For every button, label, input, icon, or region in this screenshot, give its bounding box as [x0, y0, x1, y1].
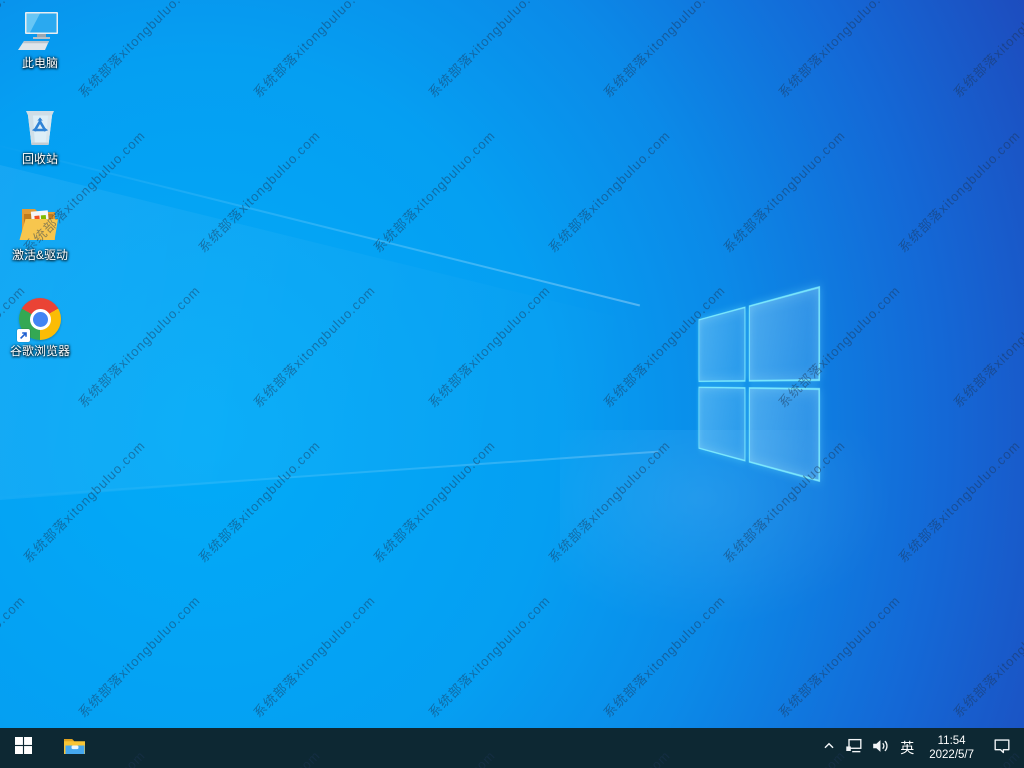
windows-logo-pane [698, 306, 746, 382]
shortcut-arrow-icon [17, 329, 30, 342]
desktop: 此电脑 回收站 激活&驱动 谷歌浏览器 系统部落xitongbuluo.com … [0, 0, 1024, 768]
action-center-icon [992, 736, 1012, 761]
file-explorer-button[interactable] [52, 728, 98, 768]
light-beam-bottom [0, 450, 659, 500]
light-beam-floor [560, 430, 1024, 768]
network-button[interactable] [841, 728, 867, 768]
start-button[interactable] [0, 728, 46, 768]
volume-button[interactable] [867, 728, 893, 768]
windows-logo-pane [748, 386, 820, 482]
ime-label: 英 [900, 740, 915, 756]
desktop-icon-this-pc[interactable]: 此电脑 [2, 8, 78, 94]
recycle-bin-icon [17, 104, 63, 150]
desktop-icon-label: 谷歌浏览器 [9, 344, 70, 358]
desktop-icon-activation-drivers[interactable]: 激活&驱动 [2, 200, 78, 286]
network-ethernet-icon [844, 736, 864, 761]
chrome-icon [17, 296, 63, 342]
light-beam-wash [0, 165, 638, 500]
this-pc-icon [17, 8, 63, 54]
chrome-logo-hub [29, 308, 51, 330]
tray-expand-button[interactable] [817, 728, 841, 768]
windows-start-icon [14, 737, 32, 759]
desktop-icon-label: 回收站 [21, 152, 58, 166]
desktop-icon-label: 激活&驱动 [11, 248, 68, 262]
desktop-icon-list: 此电脑 回收站 激活&驱动 谷歌浏览器 [2, 8, 78, 382]
desktop-icon-label: 此电脑 [21, 56, 58, 70]
folder-icon [17, 200, 63, 246]
light-beam-top [0, 140, 641, 307]
windows-logo-pane [748, 286, 820, 382]
chevron-up-icon [820, 737, 838, 760]
wallpaper [0, 0, 1024, 768]
taskbar-clock[interactable]: 11:54 2022/5/7 [921, 728, 982, 768]
desktop-icon-google-chrome[interactable]: 谷歌浏览器 [2, 296, 78, 382]
action-center-button[interactable] [982, 728, 1022, 768]
volume-icon [870, 736, 890, 761]
clock-time: 11:54 [937, 735, 966, 747]
windows-logo [698, 286, 820, 482]
clock-date: 2022/5/7 [929, 749, 974, 761]
file-explorer-icon [62, 733, 88, 764]
system-tray: 英 11:54 2022/5/7 [817, 728, 1024, 768]
desktop-icon-recycle-bin[interactable]: 回收站 [2, 104, 78, 190]
windows-logo-pane [698, 386, 746, 462]
taskbar: 英 11:54 2022/5/7 [0, 728, 1024, 768]
ime-indicator[interactable]: 英 [893, 728, 921, 768]
